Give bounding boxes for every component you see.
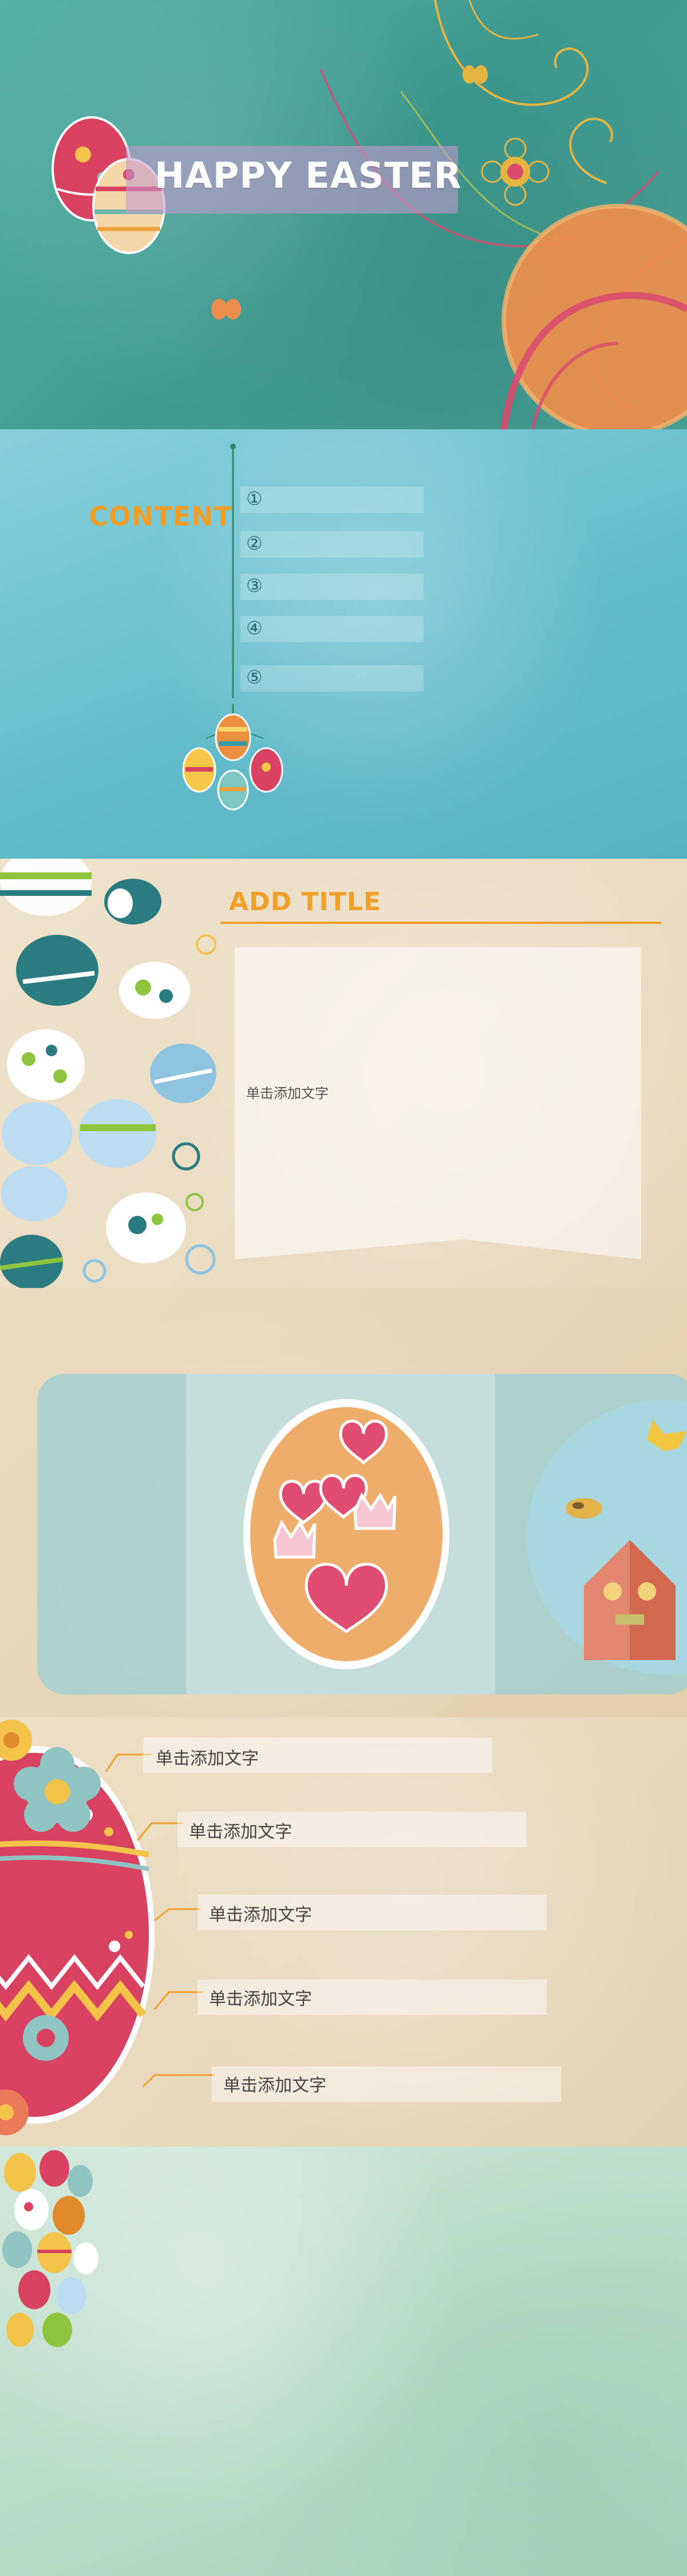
slide-illustration: [0, 1288, 687, 1717]
list-item-text[interactable]: 单击添加文字: [189, 1818, 292, 1843]
cover-title[interactable]: HAPPY EASTER: [155, 155, 462, 196]
toc-row-bar[interactable]: [240, 665, 424, 692]
toc-number: ④: [246, 617, 263, 639]
list-item-text[interactable]: 单击添加文字: [209, 1901, 312, 1926]
heart-egg-icon: [243, 1399, 449, 1669]
toc-number: ②: [246, 532, 263, 554]
section-heading[interactable]: ADD TITLE: [229, 887, 381, 916]
list-item-text[interactable]: 单击添加文字: [156, 1744, 259, 1769]
toc-row-bar[interactable]: [240, 531, 424, 558]
toc-row-bar[interactable]: [240, 616, 424, 642]
toc-number: ⑤: [246, 666, 263, 688]
toc-number: ①: [246, 488, 263, 509]
toc-row-bar[interactable]: [240, 487, 424, 513]
slide-contents: CONTENT ① ② ③ ④ ⑤: [0, 429, 687, 859]
toc-number: ③: [246, 575, 263, 596]
slide-add-title: ADD TITLE 单击添加文字: [0, 859, 687, 1288]
body-text[interactable]: 单击添加文字: [246, 1082, 329, 1102]
slide-ending: [0, 2147, 687, 2576]
heading-underline: [220, 922, 661, 924]
toc-row-bar[interactable]: [240, 574, 424, 600]
house-icon: [566, 1420, 687, 1660]
small-eggs-icon: [2, 2150, 98, 2347]
slide-list: 单击添加文字 单击添加文字 单击添加文字 单击添加文字 单击添加文字: [0, 1717, 687, 2147]
text-card: [235, 947, 641, 1259]
hanging-eggs-icon: [230, 444, 236, 698]
list-item-text[interactable]: 单击添加文字: [209, 1985, 312, 2010]
list-item-text[interactable]: 单击添加文字: [223, 2071, 326, 2096]
egg-cluster-icon: [182, 704, 283, 811]
slide-cover: HAPPY EASTER: [0, 0, 687, 429]
egg-pattern-icon: [0, 859, 216, 1288]
